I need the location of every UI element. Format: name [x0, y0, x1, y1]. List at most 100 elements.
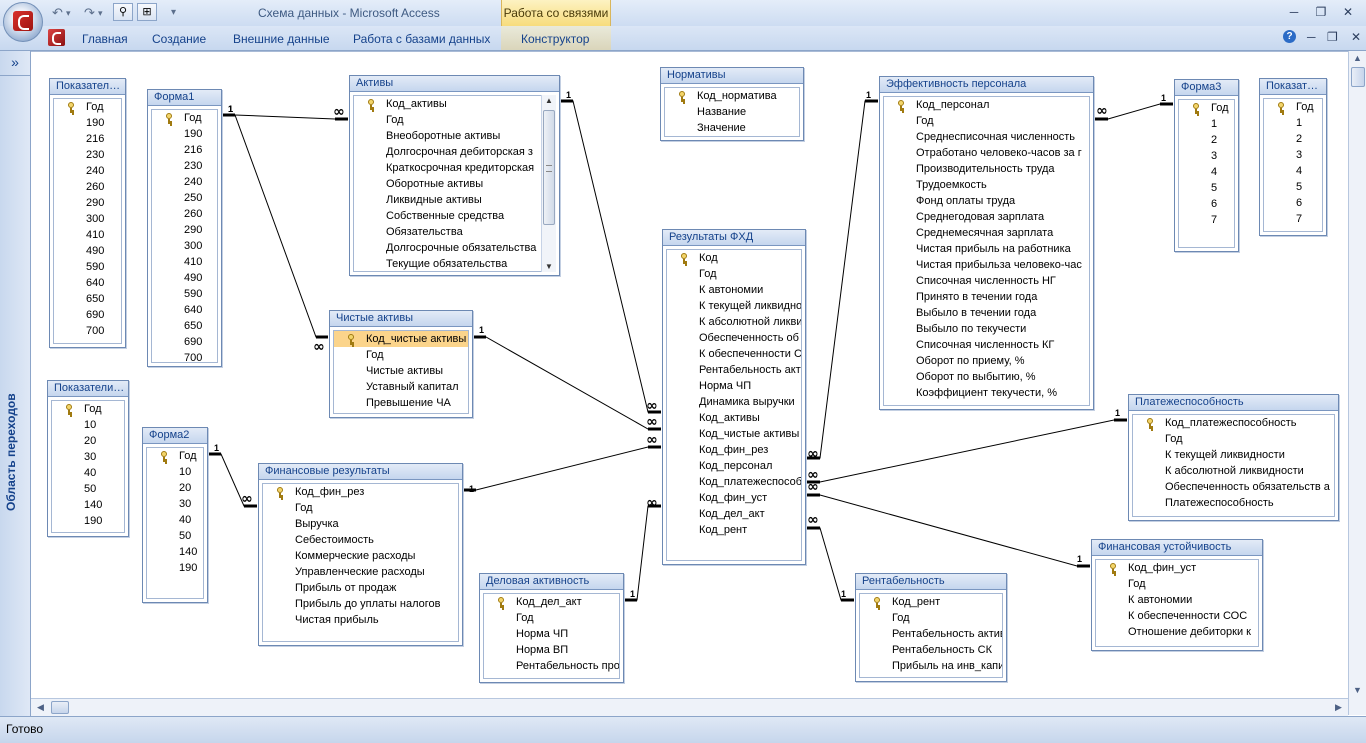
- field-row[interactable]: 300: [54, 211, 121, 227]
- primary-key-field[interactable]: Код_рент: [860, 594, 1002, 610]
- field-row[interactable]: Прибыль от продаж: [263, 580, 458, 596]
- field-row[interactable]: Рентабельность активо: [860, 626, 1002, 642]
- field-row[interactable]: 5: [1264, 179, 1322, 195]
- field-row[interactable]: 140: [147, 544, 203, 560]
- field-row[interactable]: Год: [263, 500, 458, 516]
- field-row[interactable]: 7: [1264, 211, 1322, 227]
- help-icon[interactable]: ?: [1283, 30, 1296, 43]
- field-row[interactable]: Год: [484, 610, 619, 626]
- field-row[interactable]: 690: [152, 334, 217, 350]
- table-normativy[interactable]: Нормативы Код_норматива Название Значение: [660, 67, 804, 141]
- field-row[interactable]: К автономии: [1096, 592, 1258, 608]
- field-list[interactable]: Код_фин_уст Год К автономии К обеспеченност…: [1095, 559, 1259, 647]
- field-row[interactable]: 640: [152, 302, 217, 318]
- field-row[interactable]: 20: [147, 480, 203, 496]
- field-row[interactable]: Рентабельность про: [484, 658, 619, 674]
- field-row[interactable]: Принято в течении года: [884, 289, 1089, 305]
- field-list[interactable]: Код_фин_рез Год Выручка Себестоимость Коммер…: [262, 483, 459, 642]
- relationships-icon[interactable]: ⊞: [137, 3, 157, 21]
- table-rent[interactable]: Рентабельность Код_рент Год Рентабельность …: [855, 573, 1007, 682]
- primary-key-field[interactable]: Код_чистые активы: [334, 331, 468, 347]
- field-row[interactable]: 250: [152, 190, 217, 206]
- scroll-right-icon[interactable]: ▶: [1335, 702, 1342, 713]
- field-row[interactable]: 300: [152, 238, 217, 254]
- table-title[interactable]: Финансовые результаты: [259, 464, 462, 480]
- table-title[interactable]: Показат…: [1260, 79, 1326, 95]
- field-row[interactable]: Код_платежеспособ: [667, 474, 801, 490]
- vertical-scrollbar[interactable]: ▲ ▼: [1348, 51, 1366, 715]
- field-row[interactable]: 290: [152, 222, 217, 238]
- table-platezh[interactable]: Платежеспособность Код_платежеспособность…: [1128, 394, 1339, 521]
- field-row[interactable]: 700: [152, 350, 217, 362]
- field-list[interactable]: Код_платежеспособность Год К текущей ликви…: [1132, 414, 1335, 517]
- field-row[interactable]: Код_активы: [667, 410, 801, 426]
- undo-icon[interactable]: ↶: [52, 4, 63, 22]
- binoculars-icon[interactable]: ⚲: [113, 3, 133, 21]
- table-chistye[interactable]: Чистые активы Код_чистые активы Год Чистые …: [329, 310, 473, 418]
- field-row[interactable]: Код_рент: [667, 522, 801, 538]
- field-row[interactable]: К абсолютной ликвидности: [1133, 463, 1334, 479]
- table-title[interactable]: Показатели…: [48, 381, 128, 397]
- field-row[interactable]: 490: [54, 243, 121, 259]
- field-row[interactable]: Год: [1096, 576, 1258, 592]
- field-row[interactable]: 260: [152, 206, 217, 222]
- field-row[interactable]: Чистая прибыль: [263, 612, 458, 628]
- scroll-up-icon[interactable]: ▲: [1353, 53, 1362, 63]
- tab-external-data[interactable]: Внешние данные: [233, 32, 330, 46]
- field-row[interactable]: Производительность труда: [884, 161, 1089, 177]
- field-row[interactable]: Коммерческие расходы: [263, 548, 458, 564]
- field-row[interactable]: 690: [54, 307, 121, 323]
- field-row[interactable]: 590: [152, 286, 217, 302]
- field-row[interactable]: Внеоборотные активы: [354, 128, 541, 144]
- field-row[interactable]: 10: [147, 464, 203, 480]
- field-row[interactable]: 590: [54, 259, 121, 275]
- field-row[interactable]: Чистая прибыльза человеко-час: [884, 257, 1089, 273]
- field-row[interactable]: Норма ВП: [484, 642, 619, 658]
- horizontal-scrollbar[interactable]: ◀ ▶: [31, 698, 1348, 716]
- table-title[interactable]: Эффективность персонала: [880, 77, 1093, 93]
- table-effekt[interactable]: Эффективность персонала Код_персонал Год Ср…: [879, 76, 1094, 410]
- field-row[interactable]: 5: [1179, 180, 1234, 196]
- table-pokaz1[interactable]: Показател… Год 190 216 230 240 260 290 300 410 490…: [49, 78, 126, 348]
- field-list[interactable]: Код_норматива Название Значение: [664, 87, 800, 137]
- field-row[interactable]: Прибыль до уплаты налогов: [263, 596, 458, 612]
- field-row[interactable]: Значение: [665, 120, 799, 136]
- field-list[interactable]: Год 190 216 230 240 260 290 300 410 490 590 640 650 6…: [53, 98, 122, 344]
- field-row[interactable]: 30: [52, 449, 124, 465]
- restore-window-button[interactable]: ❐: [1310, 3, 1332, 21]
- field-row[interactable]: 260: [54, 179, 121, 195]
- close-window-button[interactable]: ✕: [1337, 3, 1359, 21]
- field-row[interactable]: Норма ЧП: [484, 626, 619, 642]
- field-list[interactable]: Год 1 2 3 4 5 6 7: [1263, 98, 1323, 232]
- table-title[interactable]: Финансовая устойчивость: [1092, 540, 1262, 556]
- primary-key-field[interactable]: Год: [52, 401, 124, 417]
- field-row[interactable]: Чистые активы: [334, 363, 468, 379]
- field-list[interactable]: Код_чистые активы Год Чистые активы Уставны…: [333, 330, 469, 414]
- field-row[interactable]: Выбыло по текучести: [884, 321, 1089, 337]
- table-scrollbar[interactable]: ▲ ▼: [541, 95, 556, 272]
- primary-key-field[interactable]: Код_персонал: [884, 97, 1089, 113]
- field-row[interactable]: 30: [147, 496, 203, 512]
- field-row[interactable]: Фонд оплаты труда: [884, 193, 1089, 209]
- tab-create[interactable]: Создание: [152, 32, 206, 46]
- field-row[interactable]: Рентабельность СК: [860, 642, 1002, 658]
- field-row[interactable]: 50: [52, 481, 124, 497]
- field-row[interactable]: Оборот по приему, %: [884, 353, 1089, 369]
- field-row[interactable]: 4: [1264, 163, 1322, 179]
- nav-pane-label[interactable]: Область переходов: [4, 393, 18, 511]
- field-row[interactable]: 640: [54, 275, 121, 291]
- expand-nav-pane-icon[interactable]: »: [0, 51, 30, 76]
- office-button[interactable]: [3, 2, 43, 42]
- field-row[interactable]: 490: [152, 270, 217, 286]
- field-row[interactable]: Трудоемкость: [884, 177, 1089, 193]
- table-title[interactable]: Форма2: [143, 428, 207, 444]
- field-row[interactable]: 1: [1179, 116, 1234, 132]
- field-row[interactable]: Обеспеченность об: [667, 330, 801, 346]
- field-row[interactable]: 10: [52, 417, 124, 433]
- field-row[interactable]: Списочная численность КГ: [884, 337, 1089, 353]
- field-row[interactable]: К автономии: [667, 282, 801, 298]
- field-row[interactable]: Название: [665, 104, 799, 120]
- table-scroll-thumb[interactable]: [543, 110, 555, 225]
- field-row[interactable]: Оборот по выбытию, %: [884, 369, 1089, 385]
- field-row[interactable]: 6: [1179, 196, 1234, 212]
